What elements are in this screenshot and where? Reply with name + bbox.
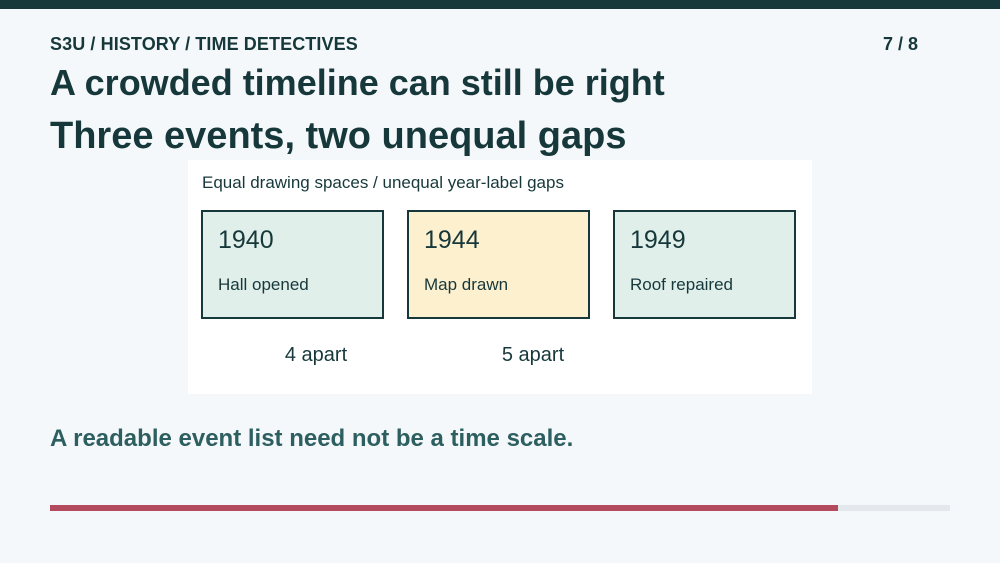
event-card-1949: 1949 Roof repaired bbox=[613, 210, 796, 319]
event-year: 1949 bbox=[630, 226, 686, 254]
progress-track bbox=[50, 505, 950, 511]
event-card-1940: 1940 Hall opened bbox=[201, 210, 384, 319]
event-card-1944: 1944 Map drawn bbox=[407, 210, 590, 319]
top-accent-bar bbox=[0, 0, 1000, 9]
event-year: 1944 bbox=[424, 226, 480, 254]
event-label: Roof repaired bbox=[630, 275, 734, 294]
gap-label-second: 5 apart bbox=[501, 344, 565, 366]
takeaway-text: A readable event list need not be a time… bbox=[50, 425, 574, 452]
event-label: Map drawn bbox=[424, 275, 509, 294]
event-label: Hall opened bbox=[218, 275, 309, 294]
breadcrumb: S3U / HISTORY / TIME DETECTIVES bbox=[50, 34, 358, 54]
page-counter: 7 / 8 bbox=[882, 34, 918, 54]
slide-title: A crowded timeline can still be right bbox=[50, 62, 665, 103]
slide-subtitle: Three events, two unequal gaps bbox=[50, 115, 627, 157]
event-year: 1940 bbox=[218, 226, 274, 254]
timeline-panel: Equal drawing spaces / unequal year-labe… bbox=[188, 160, 812, 394]
panel-caption: Equal drawing spaces / unequal year-labe… bbox=[202, 173, 564, 192]
progress-fill bbox=[50, 505, 838, 511]
gap-label-first: 4 apart bbox=[284, 344, 348, 366]
